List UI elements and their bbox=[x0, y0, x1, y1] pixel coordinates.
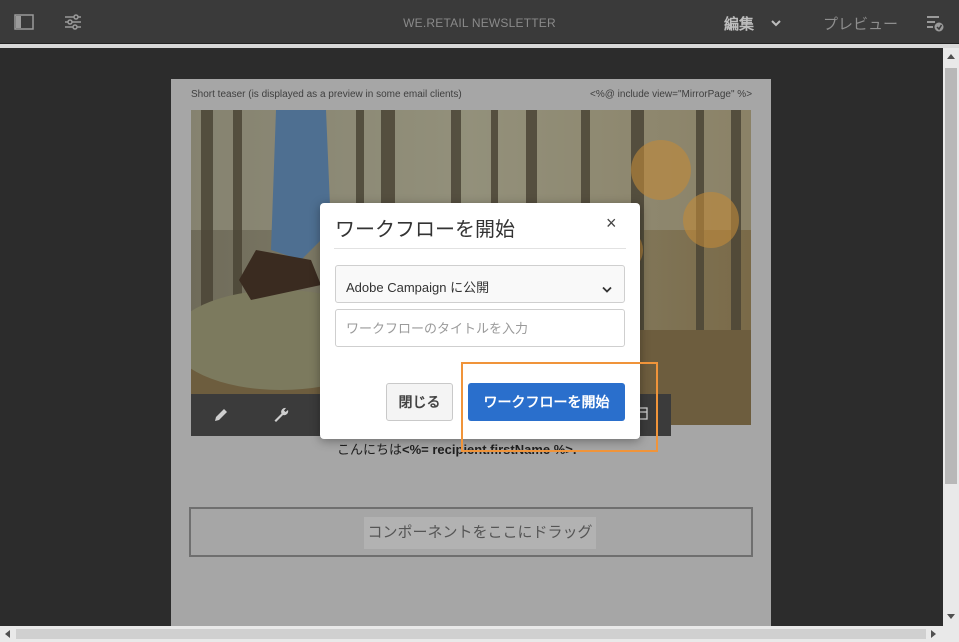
dropzone-label: コンポーネントをここにドラッグ bbox=[364, 517, 596, 549]
greeting-text[interactable]: こんにちは<%= recipient.firstName %>. bbox=[337, 439, 577, 458]
top-toolbar: WE.RETAIL NEWSLETTER 編集 プレビュー bbox=[0, 0, 959, 44]
chevron-down-icon[interactable] bbox=[601, 281, 613, 299]
greeting-prefix: こんにちは bbox=[337, 442, 403, 457]
scroll-up-icon[interactable] bbox=[947, 54, 955, 59]
vertical-scroll-thumb[interactable] bbox=[945, 68, 957, 484]
start-workflow-button[interactable]: ワークフローを開始 bbox=[468, 383, 625, 421]
start-workflow-dialog: ワークフローを開始 × Adobe Campaign に公開 閉じる ワークフロ… bbox=[320, 203, 640, 439]
workflow-model-value: Adobe Campaign に公開 bbox=[346, 280, 490, 295]
close-icon[interactable]: × bbox=[606, 213, 617, 234]
wrench-icon[interactable] bbox=[272, 406, 290, 424]
pencil-icon[interactable] bbox=[212, 406, 230, 424]
scroll-right-icon[interactable] bbox=[931, 630, 936, 638]
recipient-code: <%= recipient.firstName %>. bbox=[402, 442, 577, 457]
scroll-down-icon[interactable] bbox=[947, 614, 955, 619]
teaser-text[interactable]: Short teaser (is displayed as a preview … bbox=[191, 89, 462, 100]
publish-icon[interactable] bbox=[925, 13, 945, 38]
workflow-title-input[interactable] bbox=[335, 309, 625, 347]
component-dropzone[interactable]: コンポーネントをここにドラッグ bbox=[189, 507, 753, 557]
preview-button[interactable]: プレビュー bbox=[823, 13, 898, 34]
close-button[interactable]: 閉じる bbox=[386, 383, 453, 421]
dialog-title: ワークフローを開始 bbox=[335, 219, 515, 241]
horizontal-scroll-thumb[interactable] bbox=[16, 629, 926, 639]
vertical-scrollbar[interactable] bbox=[943, 48, 959, 626]
workflow-model-select[interactable]: Adobe Campaign に公開 bbox=[335, 265, 625, 303]
dialog-divider bbox=[334, 248, 626, 249]
scroll-left-icon[interactable] bbox=[5, 630, 10, 638]
page-title: WE.RETAIL NEWSLETTER bbox=[403, 16, 556, 30]
edit-mode-button[interactable]: 編集 bbox=[724, 13, 754, 34]
mirror-page-code[interactable]: <%@ include view="MirrorPage" %> bbox=[590, 89, 752, 100]
chevron-down-icon[interactable] bbox=[770, 16, 782, 34]
horizontal-scrollbar[interactable] bbox=[0, 626, 959, 642]
